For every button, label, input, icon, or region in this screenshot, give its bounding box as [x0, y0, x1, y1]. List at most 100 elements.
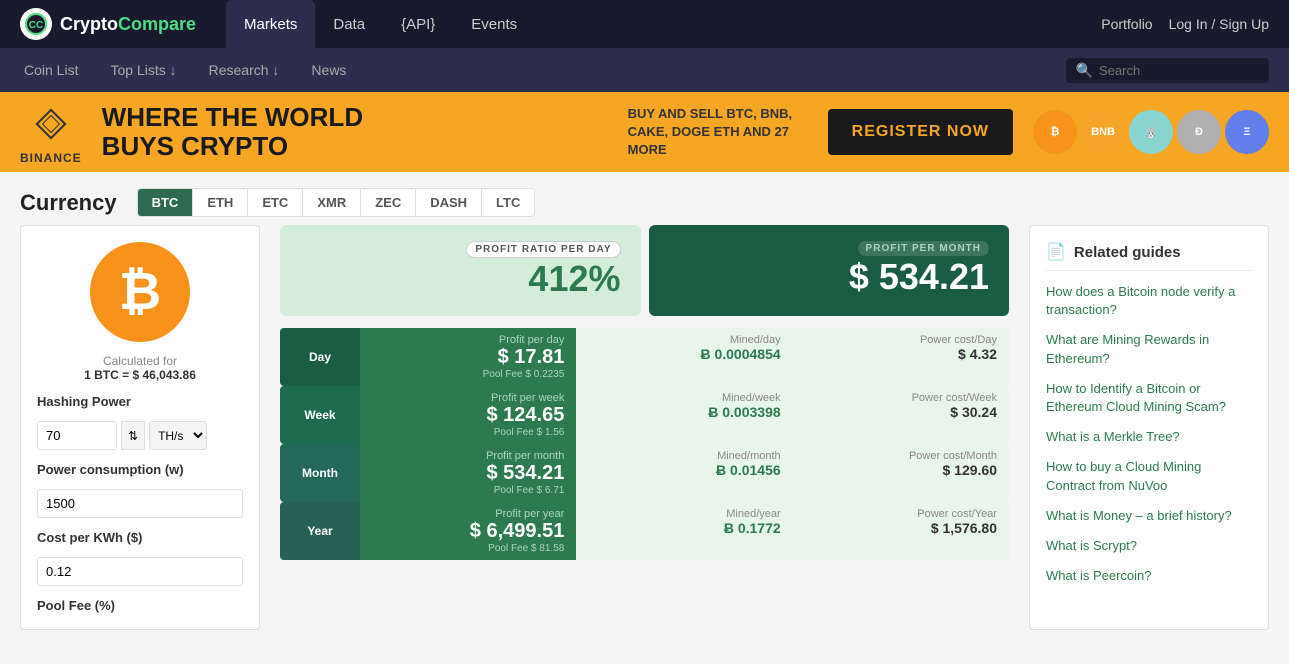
banner-sub-text: BUY AND SELL BTC, BNB, CAKE, DOGE ETH AN… [628, 105, 808, 160]
hashing-unit-select[interactable]: TH/s GH/s MH/s [149, 421, 207, 450]
nav-research[interactable]: Research ↓ [205, 62, 284, 78]
pool-fee-label: Pool Fee (%) [37, 598, 243, 613]
guide-link-2[interactable]: How to Identify a Bitcoin or Ethereum Cl… [1046, 380, 1252, 416]
guide-link-6[interactable]: What is Scrypt? [1046, 537, 1252, 555]
right-panel: 📄 Related guides How does a Bitcoin node… [1029, 225, 1269, 630]
banner-headline-text: WHERE THE WORLD BUYS CRYPTO [102, 103, 608, 160]
profit-summary: PROFIT RATIO PER DAY 412% PROFIT PER MON… [280, 225, 1009, 316]
stat-mined-year: Mined/year Ƀ 0.1772 [576, 502, 792, 560]
profit-month-value: $ 534.21 [669, 256, 990, 298]
guides-title: Related guides [1074, 244, 1181, 261]
svg-text:CC: CC [29, 20, 43, 31]
banner-register-button[interactable]: REGISTER NOW [828, 109, 1013, 155]
tab-eth[interactable]: ETH [193, 189, 248, 216]
currency-title: Currency [20, 190, 117, 216]
stat-mined-month: Mined/month Ƀ 0.01456 [576, 444, 792, 502]
hashing-power-input[interactable] [37, 421, 117, 450]
banner: BINANCE WHERE THE WORLD BUYS CRYPTO BUY … [0, 92, 1289, 172]
coin-doge: Ð [1177, 110, 1221, 154]
currency-header: Currency BTC ETH ETC XMR ZEC DASH LTC [20, 172, 1269, 225]
logo-icon: CC [20, 8, 52, 40]
coin-bunny: 🐰 [1129, 110, 1173, 154]
hashing-power-label: Hashing Power [37, 394, 243, 409]
calc-rate-label: Calculated for [84, 354, 196, 368]
stat-period-month: Month [280, 444, 360, 502]
calc-rate: Calculated for 1 BTC = $ 46,043.86 [84, 354, 196, 382]
tab-etc[interactable]: ETC [248, 189, 303, 216]
nav-data[interactable]: Data [315, 0, 383, 48]
banner-headline: WHERE THE WORLD BUYS CRYPTO [102, 103, 608, 160]
stat-row-month: Month Profit per month $ 534.21 Pool Fee… [280, 444, 1009, 502]
top-nav-right: Portfolio Log In / Sign Up [1101, 16, 1269, 32]
left-panel: ₿ Calculated for 1 BTC = $ 46,043.86 Has… [20, 225, 260, 630]
guide-link-0[interactable]: How does a Bitcoin node verify a transac… [1046, 283, 1252, 319]
hashing-power-row: ⇅ TH/s GH/s MH/s [37, 421, 243, 450]
banner-coins: ₿ BNB 🐰 Ð Ξ [1033, 110, 1269, 154]
login-link[interactable]: Log In / Sign Up [1169, 16, 1269, 32]
portfolio-link[interactable]: Portfolio [1101, 16, 1152, 32]
second-nav: Coin List Top Lists ↓ Research ↓ News 🔍 [0, 48, 1289, 92]
top-nav: CC CryptoCompare Markets Data {API} Even… [0, 0, 1289, 48]
search-icon: 🔍 [1076, 62, 1093, 79]
banner-brand: BINANCE [20, 151, 82, 165]
power-consumption-input[interactable] [37, 489, 243, 518]
search-input[interactable] [1099, 63, 1259, 78]
btc-icon: ₿ [90, 242, 190, 342]
stat-rows: Day Profit per day $ 17.81 Pool Fee $ 0.… [280, 328, 1009, 560]
search-wrap: 🔍 [1066, 58, 1269, 83]
guide-link-5[interactable]: What is Money – a brief history? [1046, 507, 1252, 525]
tab-btc[interactable]: BTC [138, 189, 194, 216]
power-consumption-label: Power consumption (w) [37, 462, 243, 477]
logo[interactable]: CC CryptoCompare [20, 8, 196, 40]
profit-day-value: 412% [300, 258, 621, 300]
nav-events[interactable]: Events [453, 0, 535, 48]
stat-period-week: Week [280, 386, 360, 444]
tab-zec[interactable]: ZEC [361, 189, 416, 216]
nav-coin-list[interactable]: Coin List [20, 62, 82, 78]
guide-link-7[interactable]: What is Peercoin? [1046, 567, 1252, 585]
guides-links: How does a Bitcoin node verify a transac… [1046, 283, 1252, 585]
cost-per-kwh-label: Cost per KWh ($) [37, 530, 243, 545]
stat-period-day: Day [280, 328, 360, 386]
main-content: Currency BTC ETH ETC XMR ZEC DASH LTC ₿ … [0, 172, 1289, 650]
guides-header: 📄 Related guides [1046, 242, 1252, 271]
guides-icon: 📄 [1046, 242, 1066, 262]
nav-api[interactable]: {API} [383, 0, 453, 48]
logo-text-compare: Compare [118, 14, 196, 35]
calc-rate-value: 1 BTC = $ 46,043.86 [84, 368, 196, 382]
stat-power-month: Power cost/Month $ 129.60 [793, 444, 1009, 502]
profit-day-box: PROFIT RATIO PER DAY 412% [280, 225, 641, 316]
stat-power-week: Power cost/Week $ 30.24 [793, 386, 1009, 444]
calc-layout: ₿ Calculated for 1 BTC = $ 46,043.86 Has… [20, 225, 1269, 630]
tab-ltc[interactable]: LTC [482, 189, 534, 216]
guide-link-1[interactable]: What are Mining Rewards in Ethereum? [1046, 331, 1252, 367]
profit-month-label: PROFIT PER MONTH [669, 241, 990, 256]
profit-month-badge: PROFIT PER MONTH [858, 241, 989, 256]
tab-xmr[interactable]: XMR [303, 189, 361, 216]
nav-top-lists[interactable]: Top Lists ↓ [106, 62, 180, 78]
stat-row-week: Week Profit per week $ 124.65 Pool Fee $… [280, 386, 1009, 444]
guide-link-4[interactable]: How to buy a Cloud Mining Contract from … [1046, 458, 1252, 494]
stat-profit-month: Profit per month $ 534.21 Pool Fee $ 6.7… [360, 444, 576, 502]
top-nav-links: Markets Data {API} Events [226, 0, 1101, 48]
stat-profit-day: Profit per day $ 17.81 Pool Fee $ 0.2235 [360, 328, 576, 386]
cost-per-kwh-input[interactable] [37, 557, 243, 586]
coin-bnb: BNB [1081, 110, 1125, 154]
middle-panel: PROFIT RATIO PER DAY 412% PROFIT PER MON… [280, 225, 1009, 630]
hashing-power-stepper[interactable]: ⇅ [121, 421, 145, 450]
coin-eth: Ξ [1225, 110, 1269, 154]
guide-link-3[interactable]: What is a Merkle Tree? [1046, 428, 1252, 446]
stat-power-year: Power cost/Year $ 1,576.80 [793, 502, 1009, 560]
stat-power-day: Power cost/Day $ 4.32 [793, 328, 1009, 386]
stat-row-year: Year Profit per year $ 6,499.51 Pool Fee… [280, 502, 1009, 560]
tab-dash[interactable]: DASH [416, 189, 482, 216]
logo-text-crypto: Crypto [60, 14, 118, 35]
nav-markets[interactable]: Markets [226, 0, 315, 48]
nav-news[interactable]: News [307, 62, 350, 78]
profit-month-box: PROFIT PER MONTH $ 534.21 [649, 225, 1010, 316]
stat-profit-week: Profit per week $ 124.65 Pool Fee $ 1.56 [360, 386, 576, 444]
stat-mined-day: Mined/day Ƀ 0.0004854 [576, 328, 792, 386]
currency-tabs: BTC ETH ETC XMR ZEC DASH LTC [137, 188, 536, 217]
profit-day-badge: PROFIT RATIO PER DAY [466, 241, 620, 258]
banner-logo: BINANCE [20, 99, 82, 165]
